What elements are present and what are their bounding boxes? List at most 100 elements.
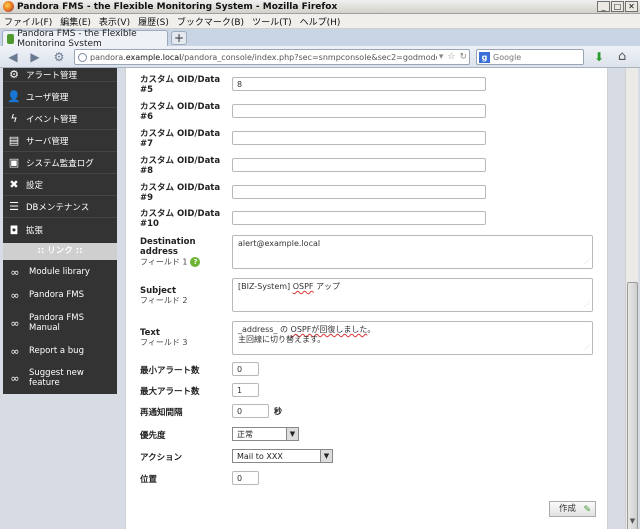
text-line1-tail: 。 — [367, 325, 376, 334]
sidebar-item-label: 設定 — [26, 180, 44, 191]
db-icon: ☰ — [9, 200, 19, 213]
position-label: 位置 — [140, 475, 158, 485]
custom-oid-6-input[interactable] — [232, 104, 486, 118]
destination-textarea[interactable]: alert@example.local ⋰ — [232, 235, 593, 269]
resize-grip-icon[interactable]: ⋰ — [584, 343, 590, 353]
google-icon[interactable]: g — [479, 51, 490, 63]
tools-icon: ✖ — [9, 178, 19, 191]
server-icon: ▤ — [8, 134, 20, 147]
subject-value: [BIZ-System] — [238, 282, 293, 291]
sidebar: ⚙ アラート管理 👤 ユーザ管理 ϟ イベント管理 ▤ サーバ管理 ▣ システム… — [3, 68, 117, 394]
sidebar-item-settings[interactable]: ✖ 設定 — [3, 174, 117, 196]
users-icon: 👤 — [7, 90, 21, 103]
priority-select[interactable]: 正常 ▼ — [232, 427, 299, 441]
text-textarea[interactable]: _address_ の OSPFが回復しました。 主回線に切り替えます。 ⋰ — [232, 321, 593, 355]
link-module-library[interactable]: ∞ Module library — [3, 262, 117, 282]
custom-oid-7-input[interactable] — [232, 131, 486, 145]
menu-history[interactable]: 履歴(S) — [138, 15, 169, 28]
home-icon[interactable]: ⌂ — [618, 49, 626, 64]
new-tab-button[interactable]: + — [171, 31, 187, 45]
sidebar-item-label: サーバ管理 — [26, 136, 69, 147]
browser-tab[interactable]: Pandora FMS - the Flexible Monitoring Sy… — [2, 29, 168, 49]
url-bar[interactable]: pandora.example.local/pandora_console/in… — [74, 49, 470, 65]
custom-oid-5-input[interactable]: 8 — [232, 77, 486, 91]
subject-textarea[interactable]: [BIZ-System] OSPF アップ ⋰ — [232, 278, 593, 312]
subject-sublabel: フィールド 2 — [140, 296, 188, 305]
create-button-label: 作成 — [559, 504, 577, 514]
dropdown-icon[interactable]: ▾ — [439, 52, 444, 62]
create-button[interactable]: 作成 ✎ — [549, 501, 596, 517]
min-alerts-input[interactable]: 0 — [232, 362, 259, 376]
tab-bar: Pandora FMS - the Flexible Monitoring Sy… — [0, 29, 640, 49]
navigation-bar: ◀ ▶ ⚙ pandora.example.local/pandora_cons… — [0, 46, 640, 68]
sidebar-item-events[interactable]: ϟ イベント管理 — [3, 108, 117, 130]
scrollbar-thumb[interactable] — [627, 282, 638, 529]
destination-label: Destination address フィールド 1? — [140, 237, 220, 268]
resize-grip-icon[interactable]: ⋰ — [584, 300, 590, 310]
link-pandora-fms[interactable]: ∞ Pandora FMS — [3, 284, 117, 306]
position-input[interactable]: 0 — [232, 471, 259, 485]
sidebar-item-db-maintenance[interactable]: ☰ DBメンテナンス — [3, 196, 117, 218]
text-sublabel: フィールド 3 — [140, 338, 188, 347]
maximize-button[interactable]: □ — [611, 1, 624, 12]
bookmark-star-icon[interactable]: ☆ — [447, 52, 455, 62]
max-alerts-input[interactable]: 1 — [232, 383, 259, 397]
link-label: Report a bug — [29, 346, 84, 356]
sidebar-item-label: ユーザ管理 — [26, 92, 69, 103]
link-icon: ∞ — [10, 316, 20, 330]
menu-edit[interactable]: 編集(E) — [60, 15, 91, 28]
wand-icon: ✎ — [583, 505, 591, 515]
menu-bar: ファイル(F) 編集(E) 表示(V) 履歴(S) ブックマーク(B) ツール(… — [0, 14, 640, 29]
text-label: Text フィールド 3 — [140, 328, 220, 348]
firefox-icon — [3, 1, 14, 12]
sidebar-item-alerts[interactable]: ⚙ アラート管理 — [3, 68, 117, 82]
text-line1-misspelled: OSPFが回復しました — [290, 325, 368, 334]
identity-icon[interactable]: ⚙ — [52, 50, 66, 64]
text-line2: 主回線に切り替えます。 — [238, 335, 326, 344]
forward-icon[interactable]: ▶ — [28, 50, 42, 64]
globe-icon — [78, 52, 87, 62]
reload-icon[interactable]: ↻ — [459, 52, 467, 62]
sidebar-item-users[interactable]: 👤 ユーザ管理 — [3, 86, 117, 108]
chevron-down-icon: ▼ — [286, 428, 298, 440]
help-icon[interactable]: ? — [190, 257, 201, 267]
destination-label-text: Destination address — [140, 237, 196, 257]
url-text[interactable]: pandora.example.local/pandora_console/in… — [90, 53, 437, 62]
back-icon[interactable]: ◀ — [6, 50, 20, 64]
custom-oid-10-input[interactable] — [232, 211, 486, 225]
menu-bookmarks[interactable]: ブックマーク(B) — [177, 15, 244, 28]
search-bar[interactable]: g — [476, 49, 584, 65]
plugin-icon: ◘ — [9, 223, 19, 237]
menu-view[interactable]: 表示(V) — [99, 15, 130, 28]
scroll-down-icon[interactable]: ▼ — [627, 516, 638, 527]
window-title: Pandora FMS - the Flexible Monitoring Sy… — [17, 1, 338, 12]
link-label: Pandora FMS — [29, 290, 84, 300]
action-select[interactable]: Mail to XXX ▼ — [232, 449, 333, 463]
log-icon: ▣ — [8, 156, 20, 169]
sidebar-item-extensions[interactable]: ◘ 拡張 — [3, 218, 117, 242]
search-input[interactable] — [493, 52, 563, 62]
scrollbar[interactable]: ▼ — [625, 68, 638, 529]
destination-value: alert@example.local — [238, 239, 321, 248]
subject-value-tail: アップ — [313, 282, 341, 291]
menu-help[interactable]: ヘルプ(H) — [300, 15, 341, 28]
resize-grip-icon[interactable]: ⋰ — [584, 257, 590, 267]
menu-tools[interactable]: ツール(T) — [252, 15, 292, 28]
sidebar-item-servers[interactable]: ▤ サーバ管理 — [3, 130, 117, 152]
priority-value: 正常 — [237, 430, 253, 439]
download-icon[interactable]: ⬇ — [594, 50, 604, 64]
subject-label-text: Subject — [140, 286, 177, 296]
sidebar-item-audit-log[interactable]: ▣ システム監査ログ — [3, 152, 117, 174]
minimize-button[interactable]: _ — [597, 1, 610, 12]
custom-oid-7-label: カスタム OID/Data #7 — [140, 129, 221, 149]
custom-oid-8-input[interactable] — [232, 158, 486, 172]
renotify-input[interactable]: 0 — [232, 404, 269, 418]
link-pandora-manual[interactable]: ∞ Pandora FMS Manual — [3, 310, 117, 336]
link-label: Suggest new feature — [29, 368, 84, 388]
link-suggest-feature[interactable]: ∞ Suggest new feature — [3, 365, 117, 391]
custom-oid-9-input[interactable] — [232, 185, 486, 199]
link-report-bug[interactable]: ∞ Report a bug — [3, 340, 117, 362]
custom-oid-8-label: カスタム OID/Data #8 — [140, 156, 221, 176]
close-button[interactable]: ✕ — [625, 1, 638, 12]
menu-file[interactable]: ファイル(F) — [4, 15, 52, 28]
